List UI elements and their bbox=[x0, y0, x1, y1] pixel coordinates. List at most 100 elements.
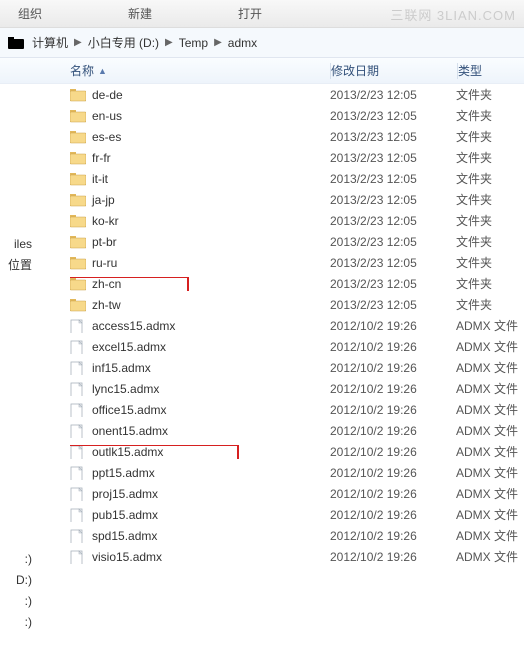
list-item[interactable]: lync15.admx2012/10/2 19:26ADMX 文件 bbox=[70, 378, 524, 399]
column-type[interactable]: 类型 bbox=[458, 62, 524, 79]
item-type: ADMX 文件 bbox=[456, 359, 524, 376]
item-type: ADMX 文件 bbox=[456, 422, 524, 439]
list-item[interactable]: spd15.admx2012/10/2 19:26ADMX 文件 bbox=[70, 525, 524, 546]
item-name-cell: es-es bbox=[70, 130, 330, 144]
list-item[interactable]: es-es2013/2/23 12:05文件夹 bbox=[70, 126, 524, 147]
file-icon bbox=[70, 424, 86, 438]
item-date: 2013/2/23 12:05 bbox=[330, 193, 456, 207]
breadcrumb-temp[interactable]: Temp bbox=[179, 36, 208, 50]
nav-fragment: D:) bbox=[0, 570, 34, 591]
item-date: 2012/10/2 19:26 bbox=[330, 361, 456, 375]
item-date: 2012/10/2 19:26 bbox=[330, 529, 456, 543]
item-type: 文件夹 bbox=[456, 275, 524, 292]
folder-icon bbox=[70, 298, 86, 312]
breadcrumb-drive[interactable]: 小白专用 (D:) bbox=[88, 34, 159, 51]
nav-fragment: :) bbox=[0, 591, 34, 612]
item-name-cell: pt-br bbox=[70, 235, 330, 249]
list-item[interactable]: en-us2013/2/23 12:05文件夹 bbox=[70, 105, 524, 126]
list-item[interactable]: fr-fr2013/2/23 12:05文件夹 bbox=[70, 147, 524, 168]
folder-icon bbox=[70, 88, 86, 102]
list-item[interactable]: outlk15.admx2012/10/2 19:26ADMX 文件 bbox=[70, 441, 524, 462]
item-name-cell: visio15.admx bbox=[70, 550, 330, 564]
item-type: 文件夹 bbox=[456, 212, 524, 229]
item-type: ADMX 文件 bbox=[456, 485, 524, 502]
item-name: visio15.admx bbox=[92, 550, 162, 564]
item-date: 2013/2/23 12:05 bbox=[330, 298, 456, 312]
list-item[interactable]: excel15.admx2012/10/2 19:26ADMX 文件 bbox=[70, 336, 524, 357]
file-icon bbox=[70, 361, 86, 375]
item-name: office15.admx bbox=[92, 403, 167, 417]
item-name: it-it bbox=[92, 172, 108, 186]
watermark-text: 三联网 3LIAN.COM bbox=[390, 5, 516, 24]
item-name: zh-tw bbox=[92, 298, 121, 312]
item-type: ADMX 文件 bbox=[456, 443, 524, 460]
column-modified[interactable]: 修改日期 bbox=[331, 62, 457, 79]
item-name-cell: outlk15.admx bbox=[70, 445, 330, 459]
item-name-cell: proj15.admx bbox=[70, 487, 330, 501]
list-item[interactable]: office15.admx2012/10/2 19:26ADMX 文件 bbox=[70, 399, 524, 420]
item-type: 文件夹 bbox=[456, 233, 524, 250]
item-date: 2013/2/23 12:05 bbox=[330, 277, 456, 291]
item-name: ko-kr bbox=[92, 214, 119, 228]
list-item[interactable]: pub15.admx2012/10/2 19:26ADMX 文件 bbox=[70, 504, 524, 525]
item-name: excel15.admx bbox=[92, 340, 166, 354]
list-item[interactable]: it-it 2013/2/23 12:05文件夹 bbox=[70, 168, 524, 189]
item-type: 文件夹 bbox=[456, 254, 524, 271]
item-type: ADMX 文件 bbox=[456, 464, 524, 481]
chevron-right-icon: ▶ bbox=[165, 37, 173, 48]
chevron-right-icon: ▶ bbox=[74, 37, 82, 48]
toolbar-new[interactable]: 新建 bbox=[120, 3, 160, 24]
toolbar: 组织 新建 打开 三联网 3LIAN.COM bbox=[0, 0, 524, 28]
item-name-cell: zh-cn bbox=[70, 277, 330, 291]
breadcrumb: 计算机 ▶ 小白专用 (D:) ▶ Temp ▶ admx bbox=[32, 34, 257, 51]
folder-icon bbox=[70, 151, 86, 165]
item-type: 文件夹 bbox=[456, 170, 524, 187]
item-name-cell: fr-fr bbox=[70, 151, 330, 165]
list-item[interactable]: inf15.admx2012/10/2 19:26ADMX 文件 bbox=[70, 357, 524, 378]
folder-icon bbox=[70, 256, 86, 270]
item-name: ppt15.admx bbox=[92, 466, 155, 480]
item-name: pt-br bbox=[92, 235, 117, 249]
list-item[interactable]: onent15.admx2012/10/2 19:26ADMX 文件 bbox=[70, 420, 524, 441]
address-bar[interactable]: 计算机 ▶ 小白专用 (D:) ▶ Temp ▶ admx bbox=[0, 28, 524, 58]
list-item[interactable]: access15.admx2012/10/2 19:26ADMX 文件 bbox=[70, 315, 524, 336]
folder-icon bbox=[70, 235, 86, 249]
list-item[interactable]: zh-tw2013/2/23 12:05文件夹 bbox=[70, 294, 524, 315]
item-name-cell: office15.admx bbox=[70, 403, 330, 417]
list-item[interactable]: ko-kr2013/2/23 12:05文件夹 bbox=[70, 210, 524, 231]
toolbar-open[interactable]: 打开 bbox=[230, 3, 270, 24]
folder-icon bbox=[70, 277, 86, 291]
file-icon bbox=[70, 340, 86, 354]
column-name-label: 名称 bbox=[70, 62, 94, 79]
folder-icon bbox=[70, 172, 86, 186]
item-date: 2013/2/23 12:05 bbox=[330, 172, 456, 186]
list-item[interactable]: ja-jp2013/2/23 12:05文件夹 bbox=[70, 189, 524, 210]
item-name-cell: pub15.admx bbox=[70, 508, 330, 522]
file-icon bbox=[70, 529, 86, 543]
list-item[interactable]: zh-cn2013/2/23 12:05文件夹 bbox=[70, 273, 524, 294]
item-type: 文件夹 bbox=[456, 149, 524, 166]
item-type: 文件夹 bbox=[456, 128, 524, 145]
item-type: 文件夹 bbox=[456, 107, 524, 124]
list-item[interactable]: ppt15.admx2012/10/2 19:26ADMX 文件 bbox=[70, 462, 524, 483]
item-name: es-es bbox=[92, 130, 121, 144]
item-name: proj15.admx bbox=[92, 487, 158, 501]
file-icon bbox=[70, 403, 86, 417]
list-item[interactable]: proj15.admx2012/10/2 19:26ADMX 文件 bbox=[70, 483, 524, 504]
item-date: 2012/10/2 19:26 bbox=[330, 319, 456, 333]
item-name: fr-fr bbox=[92, 151, 111, 165]
breadcrumb-computer[interactable]: 计算机 bbox=[32, 34, 68, 51]
item-type: 文件夹 bbox=[456, 191, 524, 208]
list-item[interactable]: de-de2013/2/23 12:05文件夹 bbox=[70, 84, 524, 105]
folder-icon bbox=[70, 193, 86, 207]
list-item[interactable]: ru-ru2013/2/23 12:05文件夹 bbox=[70, 252, 524, 273]
item-name-cell: zh-tw bbox=[70, 298, 330, 312]
file-icon bbox=[70, 508, 86, 522]
item-type: ADMX 文件 bbox=[456, 401, 524, 418]
column-name[interactable]: 名称 ▲ bbox=[70, 62, 330, 79]
list-item[interactable]: visio15.admx2012/10/2 19:26ADMX 文件 bbox=[70, 546, 524, 567]
list-item[interactable]: pt-br2013/2/23 12:05文件夹 bbox=[70, 231, 524, 252]
item-date: 2012/10/2 19:26 bbox=[330, 550, 456, 564]
toolbar-organize[interactable]: 组织 bbox=[10, 3, 50, 24]
breadcrumb-admx[interactable]: admx bbox=[228, 36, 257, 50]
